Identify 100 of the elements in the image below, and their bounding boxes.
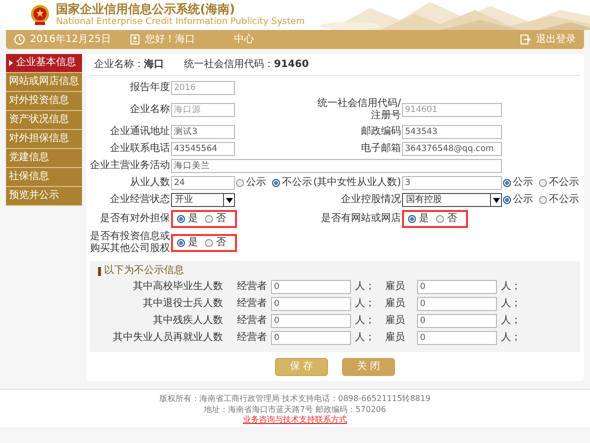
footer-text: 版权所有：海南省工商行政管理局 技术支持电话：0898-66521115转8819 (160, 394, 430, 404)
greeting-text: 中心 (234, 34, 254, 46)
field-label: 企业经营状态 (109, 194, 170, 206)
sidebar-item[interactable]: 社保信息 (6, 168, 82, 187)
input-field[interactable]: 0 (417, 280, 497, 294)
field-label: 报告年度 (129, 82, 170, 94)
input-field[interactable]: 测试3 (171, 125, 235, 139)
option-label: 是 (419, 213, 429, 225)
select-value: 开业 (175, 194, 193, 206)
input-field[interactable]: 43545564 (171, 142, 235, 156)
radio-button[interactable] (272, 179, 280, 187)
option-label: 公示 (246, 177, 266, 189)
dropdown-arrow-icon (226, 198, 232, 202)
field-label: 邮政编码 (360, 126, 401, 138)
company-name: 企业名称：海口 (94, 59, 164, 71)
date-text: 2016年12月25日 (30, 34, 111, 46)
unit-label: 人； (501, 281, 522, 293)
option-label: 不公示 (282, 177, 312, 189)
field-label: (其中女性从业人数) (312, 177, 401, 189)
option-label: 公示 (513, 194, 533, 206)
select-value: 国有控股 (406, 194, 442, 206)
field-label: 雇员 (385, 332, 406, 344)
unit-label: 人； (501, 332, 522, 344)
section-title: 以下为不公示信息 (104, 265, 184, 277)
dropdown-arrow-icon (492, 198, 500, 202)
field-label: 其中失业人员再就业人数 (112, 332, 223, 344)
field-label: 其中高校毕业生人数 (132, 281, 223, 293)
field-label: 电子邮箱 (360, 143, 401, 155)
unit-label: 人； (355, 298, 376, 310)
input-field[interactable]: 24 (171, 176, 235, 190)
field-label: 企业名称 (129, 104, 170, 116)
radio-button[interactable] (436, 215, 444, 223)
radio-button[interactable] (503, 196, 511, 204)
select-field[interactable]: 国有控股 (402, 193, 502, 207)
input-field[interactable]: 0 (417, 331, 497, 345)
option-label: 不公示 (549, 177, 579, 189)
radio-button[interactable] (205, 215, 213, 223)
field-label: 是否有网站或网店 (320, 213, 401, 225)
option-label: 是 (188, 237, 198, 249)
field-label: 其中残疾人人数 (152, 315, 223, 327)
input-field[interactable]: 0 (271, 314, 351, 328)
input-field[interactable]: 0 (271, 331, 351, 345)
input-field[interactable]: 海口美兰 (171, 159, 502, 173)
field-label: 经营者 (236, 281, 267, 293)
unit-label: 人； (501, 315, 522, 327)
sidebar-item[interactable]: 对外担保信息 (6, 130, 82, 149)
sidebar-item[interactable]: 企业基本信息 (6, 54, 82, 73)
site-subtitle: National Enterprise Credit Information Publicity System (56, 16, 305, 28)
radio-button[interactable] (539, 196, 547, 204)
clock-icon (14, 34, 25, 45)
field-label: 雇员 (385, 298, 406, 310)
field-label: 企业主营业务活动 (90, 160, 170, 172)
field-label: 从业人数 (129, 177, 170, 189)
field-label: 是否有投资信息或购买其他公司股权 (90, 231, 170, 255)
radio-button[interactable] (177, 215, 185, 223)
option-label: 公示 (513, 177, 533, 189)
input-field[interactable]: 3 (402, 176, 502, 190)
caret-icon (9, 60, 13, 66)
field-label: 企业通讯地址 (109, 126, 170, 138)
unit-label: 人； (355, 332, 376, 344)
field-label: 是否有对外担保 (99, 213, 170, 225)
radio-button[interactable] (177, 239, 185, 247)
field-label: 雇员 (385, 281, 406, 293)
field-label: 企业联系电话 (109, 143, 170, 155)
sidebar-item[interactable]: 预览并公示 (6, 187, 82, 206)
radio-button[interactable] (236, 179, 244, 187)
option-label: 否 (447, 213, 457, 225)
unit-label: 人； (355, 281, 376, 293)
section-marker (98, 266, 101, 276)
select-field[interactable]: 开业 (171, 193, 235, 207)
option-label: 否 (216, 237, 226, 249)
sidebar-item[interactable]: 资产状况信息 (6, 111, 82, 130)
input-field[interactable]: 0 (271, 297, 351, 311)
greeting-text: 您好！海口 (144, 34, 195, 46)
input-field[interactable]: 0 (417, 314, 497, 328)
field-label: 经营者 (236, 332, 267, 344)
field-label: 经营者 (236, 315, 267, 327)
option-label: 不公示 (549, 194, 579, 206)
sidebar-item[interactable]: 党建信息 (6, 149, 82, 168)
input-field[interactable]: 543543 (402, 125, 502, 139)
input-field[interactable]: 0 (271, 280, 351, 294)
emblem-icon (30, 4, 50, 26)
field-label: 企业控股情况 (340, 194, 401, 206)
field-label: 其中退役士兵人数 (142, 298, 223, 310)
radio-button[interactable] (503, 179, 511, 187)
credit-code: 统一社会信用代码：91460 (184, 59, 309, 71)
field-label: 统一社会信用代码/注册号 (316, 98, 401, 122)
radio-button[interactable] (539, 179, 547, 187)
input-field[interactable]: 0 (417, 297, 497, 311)
radio-button[interactable] (408, 215, 416, 223)
field-label: 经营者 (236, 298, 267, 310)
contact-link[interactable]: 业务咨询与技术支持联系方式 (243, 415, 347, 425)
sidebar-item[interactable]: 对外投资信息 (6, 92, 82, 111)
input-field[interactable]: 364376548@qq.com (402, 142, 502, 156)
sidebar-item[interactable]: 网站或网店信息 (6, 73, 82, 92)
site-title: 国家企业信用信息公示系统(海南) (56, 2, 236, 17)
unit-label: 人； (501, 298, 522, 310)
logout-icon (520, 34, 531, 45)
footer-text: 地址：海南省海口市蓝天路7号 邮政编码：570206 (204, 404, 386, 414)
radio-button[interactable] (205, 239, 213, 247)
